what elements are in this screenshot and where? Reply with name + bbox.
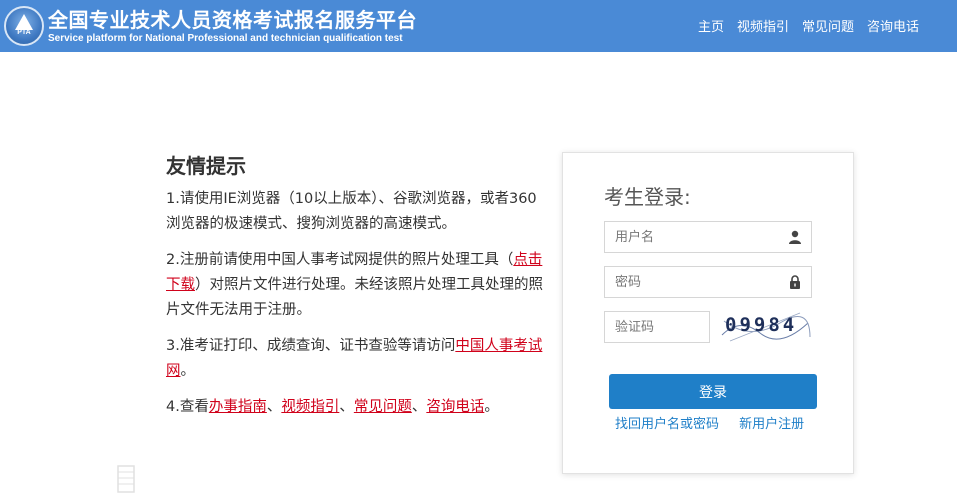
hotline-link[interactable]: 咨询电话 bbox=[426, 399, 484, 415]
nav-hotline[interactable]: 咨询电话 bbox=[867, 16, 919, 35]
tip-help-suffix: 。 bbox=[484, 399, 499, 415]
account-links: 找回用户名或密码 新用户注册 bbox=[615, 413, 820, 432]
guide-link[interactable]: 办事指南 bbox=[209, 399, 267, 415]
separator: 、 bbox=[339, 399, 354, 415]
login-button[interactable]: 登录 bbox=[609, 374, 817, 409]
username-input[interactable] bbox=[605, 222, 811, 252]
site-title: 全国专业技术人员资格考试报名服务平台 bbox=[48, 8, 417, 32]
lock-icon bbox=[790, 275, 800, 289]
tips-section: 友情提示 1.请使用IE浏览器（10以上版本）、谷歌浏览器，或者360浏览器的极… bbox=[166, 150, 546, 431]
separator: 、 bbox=[411, 399, 427, 415]
background-illustration-icon bbox=[117, 465, 135, 493]
tips-title: 友情提示 bbox=[166, 154, 246, 178]
tip-help-links: 4.查看办事指南、视频指引、常见问题、咨询电话。 bbox=[166, 395, 546, 420]
nav-faq[interactable]: 常见问题 bbox=[802, 16, 854, 35]
pta-logo[interactable]: PTA bbox=[4, 6, 44, 46]
tip-cpta-prefix: 3.准考证打印、成绩查询、证书查验等请访问 bbox=[166, 338, 456, 354]
captcha-input[interactable] bbox=[605, 312, 709, 342]
password-field bbox=[604, 266, 812, 298]
tip-photo-suffix: ）对照片文件进行处理。未经该照片处理工具处理的照片文件无法用于注册。 bbox=[166, 277, 543, 318]
captcha-image[interactable]: 09984 bbox=[720, 309, 812, 345]
logo-triangle-icon bbox=[15, 14, 33, 30]
site-header: PTA 全国专业技术人员资格考试报名服务平台 Service platform … bbox=[0, 0, 957, 52]
tip-browser: 1.请使用IE浏览器（10以上版本）、谷歌浏览器，或者360浏览器的极速模式、搜… bbox=[166, 191, 537, 232]
faq-link[interactable]: 常见问题 bbox=[354, 399, 412, 415]
tip-help-prefix: 4.查看 bbox=[166, 399, 209, 415]
top-nav: 主页 视频指引 常见问题 咨询电话 bbox=[698, 16, 919, 35]
register-link[interactable]: 新用户注册 bbox=[739, 417, 804, 432]
username-field bbox=[604, 221, 812, 253]
separator: 、 bbox=[266, 399, 282, 415]
login-panel: 考生登录: 09984 登录 找回用户名或密码 新用户注册 bbox=[562, 152, 854, 474]
captcha-code: 09984 bbox=[725, 314, 798, 336]
logo-text: PTA bbox=[17, 29, 31, 36]
site-subtitle: Service platform for National Profession… bbox=[48, 33, 403, 44]
password-input[interactable] bbox=[605, 267, 811, 297]
tip-cpta-site: 3.准考证打印、成绩查询、证书查验等请访问中国人事考试网。 bbox=[166, 334, 546, 384]
tip-cpta-suffix: 。 bbox=[180, 363, 196, 379]
captcha-field bbox=[604, 311, 710, 343]
tip-photo-prefix: 2.注册前请使用中国人事考试网提供的照片处理工具（ bbox=[166, 252, 514, 268]
nav-video-guide[interactable]: 视频指引 bbox=[737, 16, 789, 35]
nav-home[interactable]: 主页 bbox=[698, 16, 724, 35]
login-title: 考生登录: bbox=[604, 185, 691, 209]
forgot-password-link[interactable]: 找回用户名或密码 bbox=[615, 417, 719, 432]
video-guide-link[interactable]: 视频指引 bbox=[281, 399, 339, 415]
tip-photo-tool: 2.注册前请使用中国人事考试网提供的照片处理工具（点击下载）对照片文件进行处理。… bbox=[166, 248, 546, 323]
user-icon bbox=[789, 230, 801, 244]
